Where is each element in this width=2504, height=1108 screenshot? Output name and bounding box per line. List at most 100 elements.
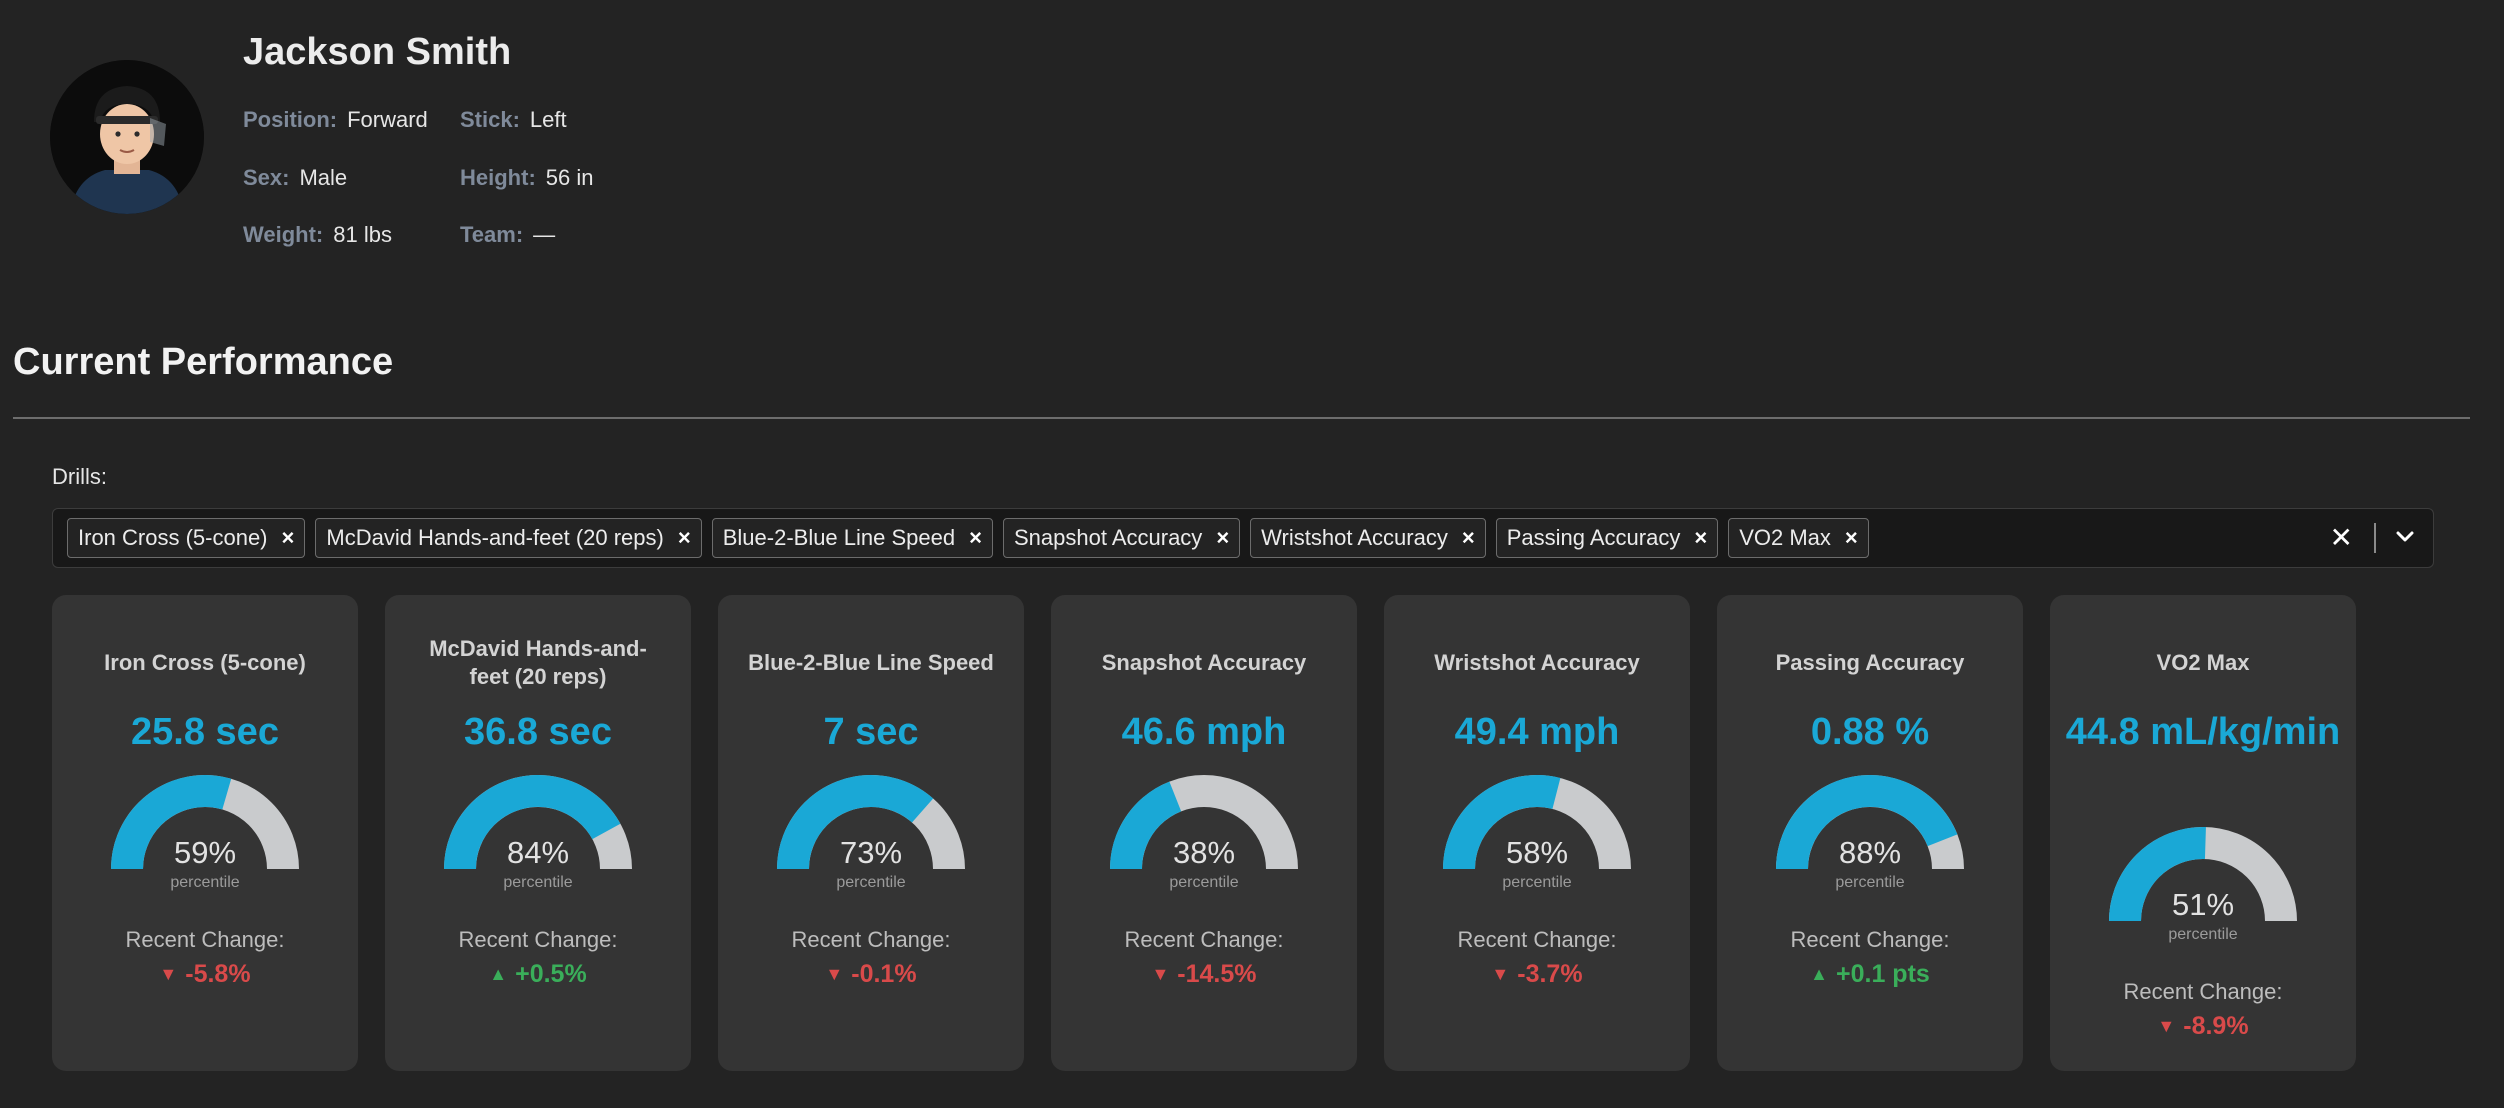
card-value: 0.88 % bbox=[1810, 711, 1930, 753]
percentile-value: 58% bbox=[1505, 835, 1569, 870]
select-separator bbox=[2374, 523, 2376, 553]
height-value: 56 in bbox=[545, 165, 594, 190]
drill-card: Blue-2-Blue Line Speed 7 sec 73% percent… bbox=[718, 595, 1024, 1071]
team-label: Team: bbox=[460, 222, 524, 247]
card-value: 49.4 mph bbox=[1454, 711, 1620, 753]
drill-chip[interactable]: Snapshot Accuracy × bbox=[1002, 518, 1241, 558]
player-profile: Jackson Smith Position: Forward Stick: Lef… bbox=[50, 31, 1250, 260]
percentile-value: 84% bbox=[506, 835, 570, 870]
drill-chip[interactable]: VO2 Max × bbox=[1728, 518, 1869, 558]
recent-change-value: ▼ -0.1% bbox=[718, 960, 1024, 989]
drill-chip[interactable]: Iron Cross (5-cone) × bbox=[67, 518, 306, 558]
drill-chips: Iron Cross (5-cone) × McDavid Hands-and-fe… bbox=[67, 518, 1869, 558]
recent-change-value: ▼ -5.8% bbox=[52, 960, 358, 989]
percentile-label: percentile bbox=[1502, 874, 1572, 891]
recent-change-label: Recent Change: bbox=[791, 927, 951, 952]
card-value: 36.8 sec bbox=[464, 711, 612, 753]
drill-chip-label: Iron Cross (5-cone) bbox=[78, 525, 268, 550]
drill-chip-label: Passing Accuracy bbox=[1506, 525, 1681, 550]
weight-value: 81 lbs bbox=[333, 222, 392, 247]
drill-chip-label: VO2 Max bbox=[1739, 525, 1831, 550]
recent-change-text: +0.5% bbox=[515, 960, 587, 988]
triangle-up-icon: ▲ bbox=[489, 964, 508, 984]
drill-cards: Iron Cross (5-cone) 25.8 sec 59% percent… bbox=[52, 595, 2356, 1071]
recent-change-text: -5.8% bbox=[185, 960, 251, 988]
percentile-label: percentile bbox=[836, 874, 906, 891]
height-label: Height: bbox=[460, 165, 536, 190]
drills-multiselect[interactable]: Iron Cross (5-cone) × McDavid Hands-and-fe… bbox=[52, 508, 2434, 568]
remove-chip-icon[interactable]: × bbox=[1694, 525, 1707, 551]
clear-all-icon[interactable]: ✕ bbox=[2330, 521, 2353, 554]
recent-change-text: -0.1% bbox=[851, 960, 917, 988]
recent-change-value: ▼ -14.5% bbox=[1051, 960, 1357, 989]
card-value: 7 sec bbox=[823, 711, 919, 753]
remove-chip-icon[interactable]: × bbox=[282, 525, 295, 551]
card-value: 44.8 mL/kg/min bbox=[2065, 711, 2341, 753]
drill-chip[interactable]: Passing Accuracy × bbox=[1495, 518, 1719, 558]
card-title: Blue-2-Blue Line Speed bbox=[748, 650, 994, 675]
triangle-down-icon: ▼ bbox=[1491, 964, 1510, 984]
remove-chip-icon[interactable]: × bbox=[1845, 525, 1858, 551]
remove-chip-icon[interactable]: × bbox=[1462, 525, 1475, 551]
remove-chip-icon[interactable]: × bbox=[1216, 525, 1229, 551]
stick-value: Left bbox=[529, 107, 567, 132]
recent-change-value: ▼ -8.9% bbox=[2050, 1012, 2356, 1041]
drills-label: Drills: bbox=[52, 464, 107, 489]
sex-field: Sex: Male bbox=[243, 164, 347, 192]
drill-card: VO2 Max 44.8 mL/kg/min 51% percentile Re… bbox=[2050, 595, 2356, 1071]
triangle-down-icon: ▼ bbox=[159, 964, 178, 984]
recent-change-label: Recent Change: bbox=[1124, 927, 1284, 952]
card-title: Passing Accuracy bbox=[1775, 650, 1965, 675]
stick-field: Stick: Left bbox=[460, 106, 567, 134]
recent-change-value: ▼ -3.7% bbox=[1384, 960, 1690, 989]
drill-card: Iron Cross (5-cone) 25.8 sec 59% percent… bbox=[52, 595, 358, 1071]
sex-value: Male bbox=[299, 165, 348, 190]
card-title: VO2 Max bbox=[2156, 650, 2250, 675]
drill-chip-label: Snapshot Accuracy bbox=[1013, 525, 1203, 550]
recent-change-label: Recent Change: bbox=[2123, 979, 2283, 1004]
percentile-value: 51% bbox=[2171, 887, 2235, 922]
drill-chip[interactable]: McDavid Hands-and-feet (20 reps) × bbox=[315, 518, 702, 558]
remove-chip-icon[interactable]: × bbox=[678, 525, 691, 551]
percentile-label: percentile bbox=[1835, 874, 1905, 891]
percentile-value: 59% bbox=[173, 835, 237, 870]
player-avatar bbox=[50, 60, 204, 214]
height-field: Height: 56 in bbox=[460, 164, 593, 192]
sex-label: Sex: bbox=[243, 165, 290, 190]
drill-card: McDavid Hands-and-feet (20 reps) 36.8 se… bbox=[385, 595, 691, 1071]
section-divider bbox=[13, 417, 2470, 419]
drill-chip[interactable]: Blue-2-Blue Line Speed × bbox=[711, 518, 993, 558]
team-value: — bbox=[533, 222, 556, 247]
drill-card: Passing Accuracy 0.88 % 88% percentile R… bbox=[1717, 595, 2023, 1071]
recent-change-value: ▲ +0.5% bbox=[385, 960, 691, 989]
card-value: 25.8 sec bbox=[131, 711, 279, 753]
card-value: 46.6 mph bbox=[1121, 711, 1287, 753]
drill-chip-label: Wristshot Accuracy bbox=[1261, 525, 1448, 550]
position-label: Position: bbox=[243, 107, 338, 132]
weight-label: Weight: bbox=[243, 222, 324, 247]
recent-change-label: Recent Change: bbox=[1790, 927, 1950, 952]
percentile-value: 38% bbox=[1172, 835, 1236, 870]
stick-label: Stick: bbox=[460, 107, 520, 132]
triangle-down-icon: ▼ bbox=[825, 964, 844, 984]
drill-chip[interactable]: Wristshot Accuracy × bbox=[1250, 518, 1486, 558]
remove-chip-icon[interactable]: × bbox=[969, 525, 982, 551]
percentile-value: 73% bbox=[839, 835, 903, 870]
drill-chip-label: McDavid Hands-and-feet (20 reps) bbox=[326, 525, 664, 550]
weight-field: Weight: 81 lbs bbox=[243, 221, 392, 249]
chevron-down-icon[interactable] bbox=[2391, 523, 2419, 551]
percentile-label: percentile bbox=[503, 874, 573, 891]
drill-card: Wristshot Accuracy 49.4 mph 58% percenti… bbox=[1384, 595, 1690, 1071]
card-title: Iron Cross (5-cone) bbox=[104, 650, 306, 675]
recent-change-text: -8.9% bbox=[2183, 1012, 2249, 1040]
percentile-label: percentile bbox=[2168, 926, 2238, 943]
team-field: Team: — bbox=[460, 221, 555, 249]
recent-change-label: Recent Change: bbox=[125, 927, 285, 952]
drill-chip-label: Blue-2-Blue Line Speed bbox=[722, 525, 956, 550]
current-performance-heading: Current Performance bbox=[13, 341, 394, 383]
percentile-label: percentile bbox=[170, 874, 240, 891]
triangle-up-icon: ▲ bbox=[1810, 964, 1828, 984]
triangle-down-icon: ▼ bbox=[2157, 1016, 2176, 1036]
recent-change-text: -14.5% bbox=[1177, 960, 1257, 988]
card-title: McDavid Hands-and-feet (20 reps) bbox=[429, 636, 647, 689]
